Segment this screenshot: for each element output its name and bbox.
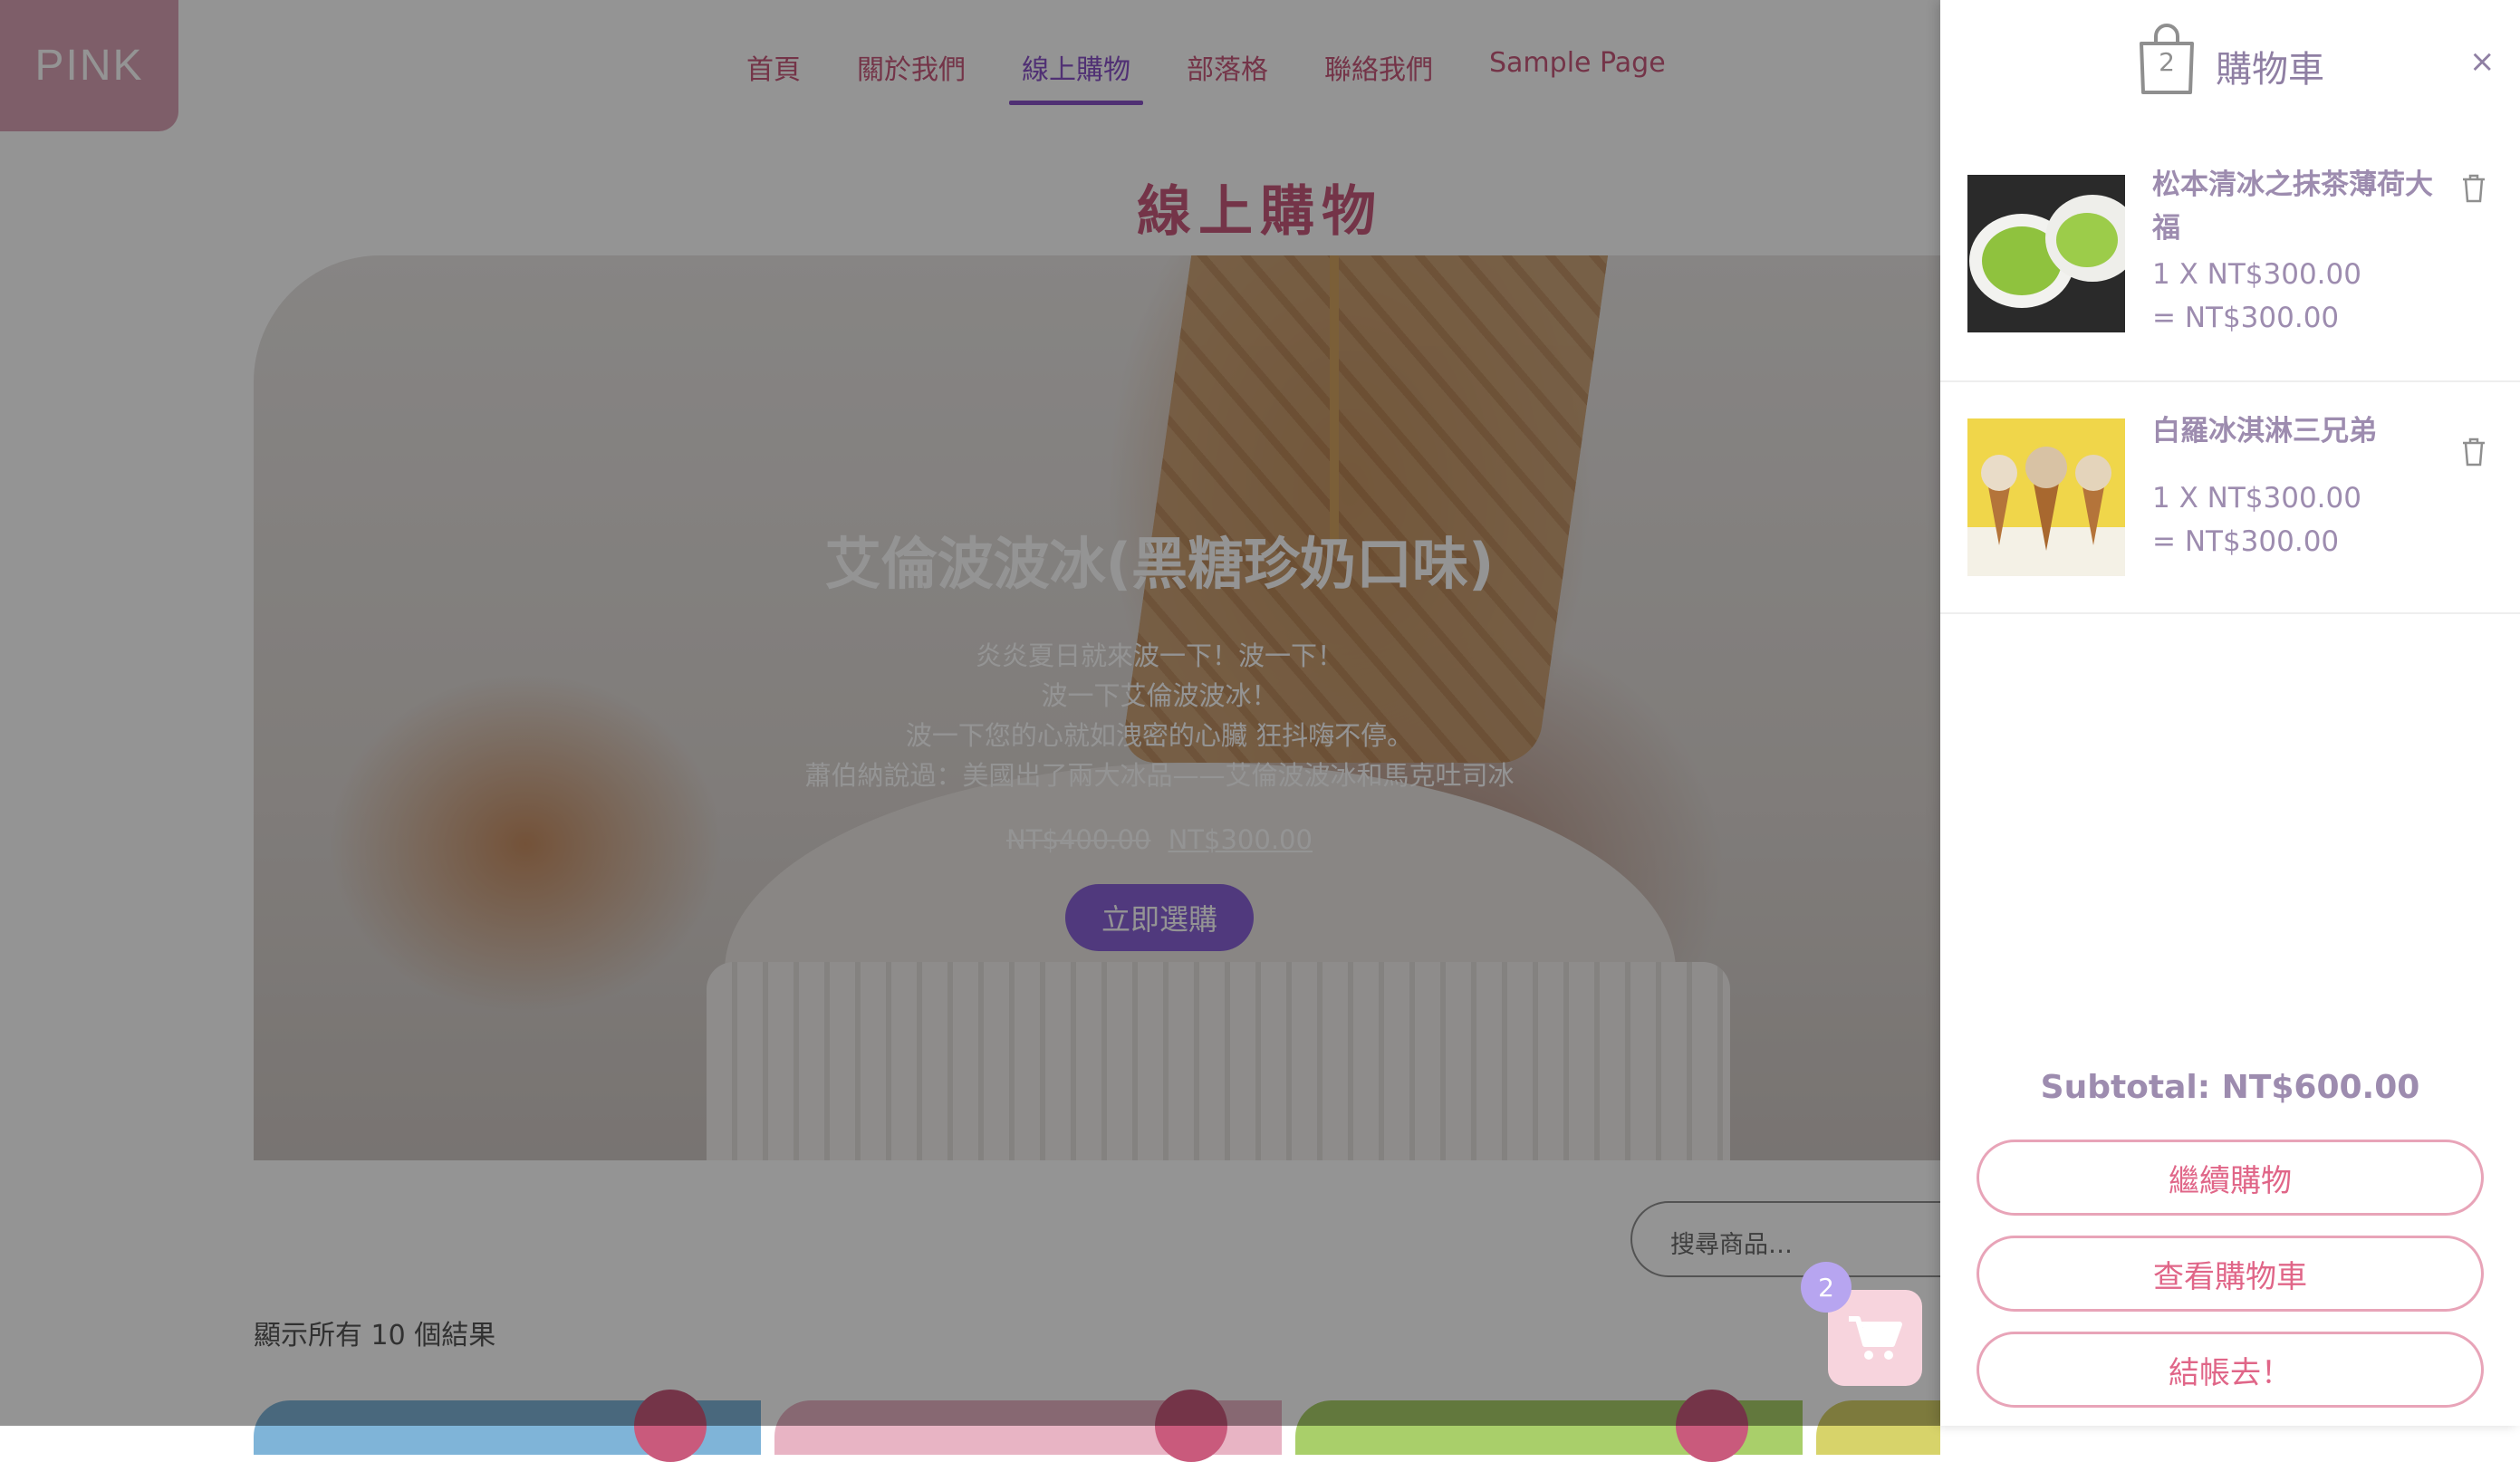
trash-icon[interactable] <box>2460 437 2487 467</box>
cart-subtotal: Subtotal: NT$600.00 <box>2040 1069 2420 1106</box>
product-thumbnail[interactable] <box>1967 418 2125 576</box>
drawer-backdrop[interactable] <box>0 0 1940 1426</box>
view-cart-button[interactable]: 查看購物車 <box>1977 1236 2484 1312</box>
cart-item-subtotal: = NT$300.00 <box>2152 525 2340 558</box>
floating-cart-count-badge: 2 <box>1801 1262 1852 1313</box>
cart-drawer: 2 購物車 × 松本清冰之抹茶薄荷大福 1 X NT$300.00 = NT$3… <box>1940 0 2520 1426</box>
ice-cream-cones-image <box>1967 418 2125 576</box>
cart-icon <box>1849 1316 1902 1360</box>
continue-shopping-button[interactable]: 繼續購物 <box>1977 1140 2484 1216</box>
cart-item-name[interactable]: 白羅冰淇淋三兄弟 <box>2152 409 2442 453</box>
product-thumbnail[interactable] <box>1967 175 2125 332</box>
cart-item: 白羅冰淇淋三兄弟 1 X NT$300.00 = NT$300.00 <box>1940 382 2520 614</box>
cart-item-name[interactable]: 松本清冰之抹茶薄荷大福 <box>2152 163 2442 250</box>
cart-title: 購物車 <box>2216 49 2324 91</box>
matcha-daifuku-image <box>1967 175 2125 332</box>
cart-count: 2 <box>2159 47 2175 77</box>
cart-item: 松本清冰之抹茶薄荷大福 1 X NT$300.00 = NT$300.00 <box>1940 131 2520 382</box>
close-icon[interactable]: × <box>2469 43 2496 80</box>
checkout-button[interactable]: 結帳去！ <box>1977 1332 2484 1408</box>
cart-item-subtotal: = NT$300.00 <box>2152 302 2340 334</box>
cart-item-quantity: 1 X NT$300.00 <box>2152 482 2361 515</box>
trash-icon[interactable] <box>2460 173 2487 204</box>
cart-drawer-header: 2 購物車 × <box>1940 0 2520 131</box>
cart-item-quantity: 1 X NT$300.00 <box>2152 258 2361 291</box>
